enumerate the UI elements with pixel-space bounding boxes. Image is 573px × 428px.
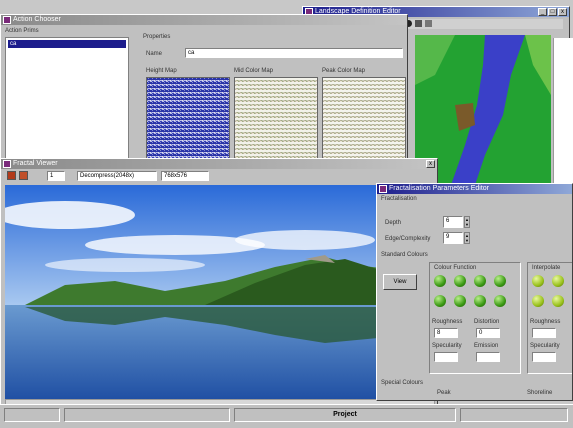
app-icon bbox=[379, 185, 387, 193]
properties-label: Properties bbox=[143, 34, 171, 40]
colour-swatch[interactable] bbox=[454, 275, 466, 287]
project-label: Project bbox=[333, 411, 357, 418]
specularity-label: Specularity bbox=[432, 343, 462, 349]
name-label: Name bbox=[146, 51, 163, 57]
depth-field[interactable]: 6 bbox=[443, 216, 463, 228]
maximize-button[interactable]: □ bbox=[548, 8, 557, 16]
status-bar: Project bbox=[0, 404, 573, 428]
interpolate-label: Interpolate bbox=[532, 265, 561, 271]
colour-swatch[interactable] bbox=[494, 295, 506, 307]
viewer-toolbar: 1 Decompress(2048x) 768x576 bbox=[1, 170, 437, 182]
roughness-field[interactable] bbox=[532, 328, 556, 338]
colour-swatch[interactable] bbox=[454, 295, 466, 307]
specularity-field[interactable] bbox=[532, 352, 556, 362]
params-editor-titlebar[interactable]: Fractalisation Parameters Editor bbox=[377, 184, 572, 194]
edge-spinner[interactable]: ▲ ▼ bbox=[464, 232, 470, 244]
list-item[interactable]: ca bbox=[8, 40, 126, 48]
colour-swatch[interactable] bbox=[434, 275, 446, 287]
emission-label: Emission bbox=[474, 343, 499, 349]
height-map-image[interactable] bbox=[146, 77, 230, 161]
close-button[interactable]: x bbox=[426, 160, 435, 168]
colour-swatch[interactable] bbox=[494, 275, 506, 287]
render-icon[interactable] bbox=[19, 171, 28, 180]
colour-swatch[interactable] bbox=[532, 295, 544, 307]
special-colours-label: Special Colours bbox=[381, 380, 424, 386]
peak-color-map-image[interactable] bbox=[322, 77, 406, 161]
fractalisation-label: Fractalisation bbox=[381, 196, 417, 202]
edge-complexity-field[interactable]: 9 bbox=[443, 232, 463, 244]
colour-function-label: Colour Function bbox=[434, 265, 477, 271]
action-chooser-title: Action Chooser bbox=[13, 16, 61, 23]
distortion-field[interactable]: 0 bbox=[476, 328, 500, 338]
colour-swatch[interactable] bbox=[474, 295, 486, 307]
resolution-readout: 768x576 bbox=[161, 171, 209, 181]
view-button[interactable]: View bbox=[383, 274, 417, 290]
colour-swatch[interactable] bbox=[474, 275, 486, 287]
colour-swatch[interactable] bbox=[552, 295, 564, 307]
app-icon bbox=[3, 16, 11, 24]
peak-color-map-label: Peak Color Map bbox=[322, 68, 366, 74]
colour-swatch[interactable] bbox=[552, 275, 564, 287]
close-button[interactable]: x bbox=[558, 8, 567, 16]
height-map-label: Height Map bbox=[146, 68, 177, 74]
name-field[interactable]: ca bbox=[185, 48, 403, 58]
action-list[interactable]: ca bbox=[5, 37, 129, 161]
specularity-field[interactable] bbox=[434, 352, 458, 362]
edge-complexity-label: Edge/Complexity bbox=[385, 236, 431, 242]
depth-label: Depth bbox=[385, 220, 402, 226]
frame-field[interactable]: 1 bbox=[47, 171, 65, 181]
roughness-label: Roughness bbox=[432, 319, 463, 325]
toolbar-icon[interactable] bbox=[425, 20, 432, 27]
mode-dropdown[interactable]: Decompress(2048x) bbox=[77, 171, 157, 181]
emission-field[interactable] bbox=[476, 352, 500, 362]
peak-label: Peak bbox=[437, 390, 451, 396]
standard-colours-label: Standard Colours bbox=[381, 252, 428, 258]
action-chooser-titlebar[interactable]: Action Chooser bbox=[1, 15, 407, 25]
caption-box bbox=[553, 38, 573, 200]
status-panel bbox=[460, 408, 568, 422]
distortion-label: Distortion bbox=[474, 319, 500, 325]
depth-spinner[interactable]: ▲ ▼ bbox=[464, 216, 470, 228]
specularity-label: Specularity bbox=[530, 343, 560, 349]
colour-swatch[interactable] bbox=[532, 275, 544, 287]
mid-color-map-image[interactable] bbox=[234, 77, 318, 161]
params-editor-window: Fractalisation Parameters Editor Fractal… bbox=[376, 183, 573, 401]
desktop: Landscape Definition Editor _ □ x Action… bbox=[0, 0, 573, 428]
action-prims-label: Action Prims bbox=[5, 28, 39, 34]
minimize-button[interactable]: _ bbox=[538, 8, 547, 16]
fractal-viewer-window: Fractal Viewer x 1 Decompress(2048x) 768… bbox=[0, 158, 438, 416]
rendered-landscape bbox=[5, 185, 389, 407]
colour-function-group: Colour Function Roughness Distortion 8 0… bbox=[429, 262, 521, 374]
colour-swatch[interactable] bbox=[434, 295, 446, 307]
params-editor-title: Fractalisation Parameters Editor bbox=[389, 185, 489, 192]
status-panel bbox=[64, 408, 230, 422]
status-panel bbox=[4, 408, 60, 422]
fractal-viewer-title: Fractal Viewer bbox=[13, 160, 58, 167]
app-icon bbox=[3, 160, 11, 168]
interpolate-group: Interpolate Roughness Specularity bbox=[527, 262, 572, 374]
shoreline-label: Shoreline bbox=[527, 390, 553, 396]
roughness-field[interactable]: 8 bbox=[434, 328, 458, 338]
project-panel: Project bbox=[234, 408, 456, 422]
action-chooser-window: Action Chooser Action Prims ca Propertie… bbox=[0, 14, 408, 164]
roughness-label: Roughness bbox=[530, 319, 561, 325]
toolbar-icon[interactable] bbox=[415, 20, 422, 27]
render-icon[interactable] bbox=[7, 171, 16, 180]
mid-color-map-label: Mid Color Map bbox=[234, 68, 274, 74]
fractal-viewer-titlebar[interactable]: Fractal Viewer x bbox=[1, 159, 437, 169]
